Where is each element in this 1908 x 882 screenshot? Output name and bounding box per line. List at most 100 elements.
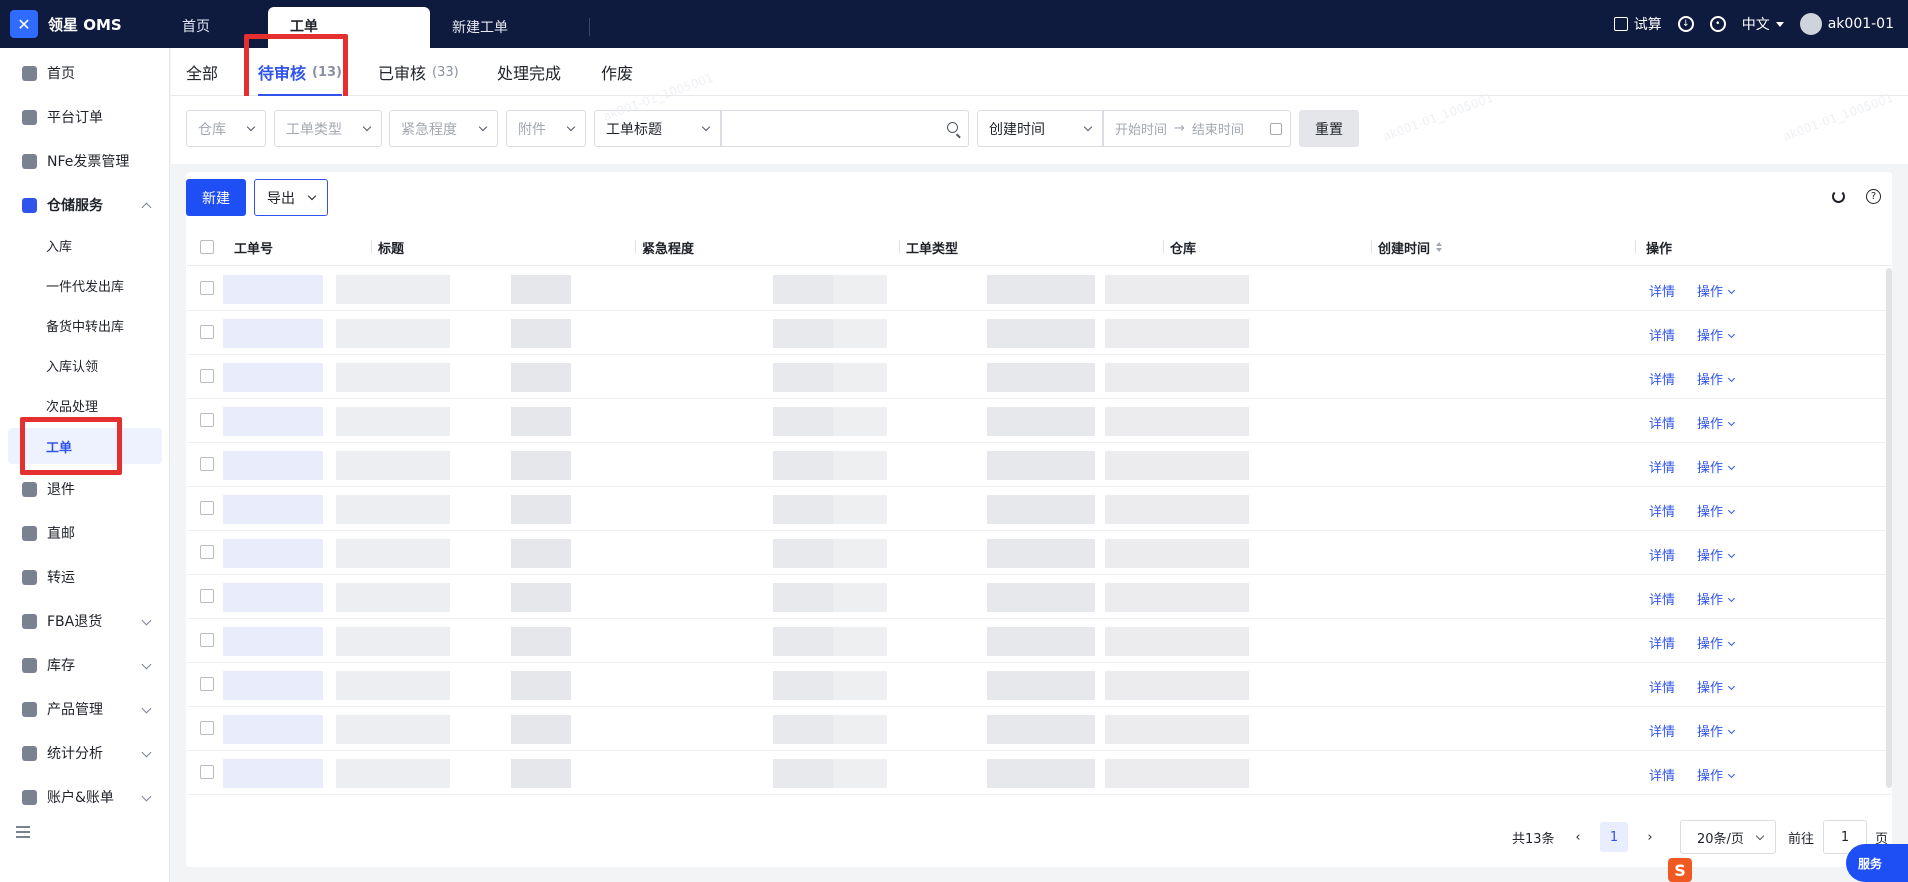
- type-select[interactable]: 工单类型: [274, 110, 382, 147]
- operation-dropdown[interactable]: 操作: [1697, 457, 1736, 476]
- detail-link[interactable]: 详情: [1649, 281, 1675, 300]
- operation-dropdown[interactable]: 操作: [1697, 413, 1736, 432]
- sidebar-item-account-billing[interactable]: 账户&账单: [8, 780, 162, 814]
- row-checkbox[interactable]: [200, 677, 214, 691]
- tab-work-order[interactable]: 工单: [268, 7, 430, 48]
- tab-new-work-order[interactable]: 新建工单: [430, 18, 590, 36]
- sidebar-item-transfer-outbound[interactable]: 备货中转出库: [8, 308, 162, 342]
- sort-icon[interactable]: [1436, 242, 1443, 252]
- tab-all[interactable]: 全部: [186, 48, 218, 96]
- sidebar-item-fba-returns[interactable]: FBA退货: [8, 604, 162, 638]
- sidebar-item-warehouse-service[interactable]: 仓储服务: [8, 188, 162, 222]
- next-page-button[interactable]: ›: [1636, 822, 1664, 852]
- tab-completed[interactable]: 处理完成: [497, 48, 561, 96]
- detail-link[interactable]: 详情: [1649, 501, 1675, 520]
- detail-link[interactable]: 详情: [1649, 721, 1675, 740]
- tab-voided[interactable]: 作废: [601, 48, 633, 96]
- end-date-placeholder[interactable]: 结束时间: [1192, 119, 1244, 138]
- row-checkbox[interactable]: [200, 281, 214, 295]
- detail-link[interactable]: 详情: [1649, 765, 1675, 784]
- operation-dropdown[interactable]: 操作: [1697, 325, 1736, 344]
- calculator-icon: [1613, 17, 1628, 31]
- tab-reviewed[interactable]: 已审核 (33): [378, 48, 459, 96]
- user-menu[interactable]: ak001-01: [1799, 13, 1894, 35]
- service-label: 服务: [1858, 856, 1883, 871]
- detail-link[interactable]: 详情: [1649, 369, 1675, 388]
- vertical-scrollbar[interactable]: [1886, 268, 1892, 788]
- attachment-select[interactable]: 附件: [506, 110, 586, 147]
- row-checkbox[interactable]: [200, 325, 214, 339]
- detail-link[interactable]: 详情: [1649, 633, 1675, 652]
- warehouse-select[interactable]: 仓库: [186, 110, 266, 147]
- sidebar-item-home[interactable]: 首页: [8, 56, 162, 90]
- search-input[interactable]: [721, 110, 969, 147]
- pagination: 共13条: [1512, 820, 1555, 854]
- search-field-select[interactable]: 工单标题: [594, 110, 721, 147]
- sidebar-item-nfe-invoice[interactable]: NFe发票管理: [8, 144, 162, 178]
- tab-home[interactable]: 首页: [160, 0, 268, 48]
- search-icon[interactable]: [947, 122, 958, 133]
- prev-page-button[interactable]: ‹: [1564, 822, 1592, 852]
- operation-dropdown[interactable]: 操作: [1697, 633, 1736, 652]
- row-checkbox[interactable]: [200, 457, 214, 471]
- start-date-placeholder[interactable]: 开始时间: [1115, 119, 1167, 138]
- row-checkbox[interactable]: [200, 721, 214, 735]
- operation-dropdown[interactable]: 操作: [1697, 589, 1736, 608]
- sidebar-item-defect-handling[interactable]: 次品处理: [8, 388, 162, 422]
- select-all-checkbox[interactable]: [200, 240, 214, 254]
- detail-link[interactable]: 详情: [1649, 677, 1675, 696]
- detail-link[interactable]: 详情: [1649, 413, 1675, 432]
- sidebar-item-inbound-claim[interactable]: 入库认领: [8, 348, 162, 382]
- row-checkbox[interactable]: [200, 633, 214, 647]
- row-checkbox[interactable]: [200, 765, 214, 779]
- ime-s-icon[interactable]: S: [1668, 858, 1692, 882]
- detail-link[interactable]: 详情: [1649, 545, 1675, 564]
- sidebar-item-inbound[interactable]: 入库: [8, 228, 162, 262]
- sidebar-item-work-order[interactable]: 工单: [8, 428, 162, 464]
- language-selector[interactable]: 中文: [1742, 14, 1784, 34]
- operation-dropdown[interactable]: 操作: [1697, 545, 1736, 564]
- sidebar-item-platform-orders[interactable]: 平台订单: [8, 100, 162, 134]
- redacted-cell: [511, 627, 571, 656]
- detail-link[interactable]: 详情: [1649, 325, 1675, 344]
- column-header-created-time[interactable]: 创建时间: [1378, 228, 1443, 266]
- urgency-select[interactable]: 紧急程度: [389, 110, 498, 147]
- download-icon[interactable]: ↓: [1677, 16, 1694, 32]
- detail-link[interactable]: 详情: [1649, 589, 1675, 608]
- row-checkbox[interactable]: [200, 413, 214, 427]
- row-checkbox[interactable]: [200, 501, 214, 515]
- operation-dropdown[interactable]: 操作: [1697, 369, 1736, 388]
- sidebar-item-transshipment[interactable]: 转运: [8, 560, 162, 594]
- operation-dropdown[interactable]: 操作: [1697, 765, 1736, 784]
- sidebar-item-statistics[interactable]: 统计分析: [8, 736, 162, 770]
- settings-icon[interactable]: •: [1709, 16, 1726, 32]
- row-checkbox[interactable]: [200, 589, 214, 603]
- sidebar-item-direct-mail[interactable]: 直邮: [8, 516, 162, 550]
- sidebar-item-returns[interactable]: 退件: [8, 472, 162, 506]
- reset-button[interactable]: 重置: [1299, 110, 1359, 147]
- tab-pending-review[interactable]: 待审核 (13): [258, 48, 342, 96]
- new-button[interactable]: 新建: [186, 179, 246, 216]
- page-size-select[interactable]: 20条/页: [1680, 820, 1776, 854]
- app-logo[interactable]: ✕ 领星 OMS: [10, 9, 122, 39]
- sidebar-item-product-management[interactable]: 产品管理: [8, 692, 162, 726]
- sidebar-item-inventory[interactable]: 库存: [8, 648, 162, 682]
- export-button[interactable]: 导出: [254, 179, 328, 216]
- date-range-picker[interactable]: 开始时间 → 结束时间: [1103, 110, 1291, 147]
- row-checkbox[interactable]: [200, 545, 214, 559]
- help-icon[interactable]: ?: [1866, 189, 1881, 204]
- date-field-select[interactable]: 创建时间: [977, 110, 1103, 147]
- refresh-icon[interactable]: [1832, 190, 1845, 203]
- operation-dropdown[interactable]: 操作: [1697, 721, 1736, 740]
- sidebar-item-dropship-outbound[interactable]: 一件代发出库: [8, 268, 162, 302]
- trial-calc-button[interactable]: 试算: [1613, 14, 1662, 34]
- row-checkbox[interactable]: [200, 369, 214, 383]
- detail-link[interactable]: 详情: [1649, 457, 1675, 476]
- operation-dropdown[interactable]: 操作: [1697, 501, 1736, 520]
- operation-dropdown[interactable]: 操作: [1697, 281, 1736, 300]
- operation-dropdown[interactable]: 操作: [1697, 677, 1736, 696]
- collapse-menu-icon[interactable]: [16, 826, 30, 838]
- redacted-cell: [987, 759, 1095, 788]
- page-number-current[interactable]: 1: [1600, 822, 1628, 852]
- service-button[interactable]: 服务: [1846, 844, 1908, 882]
